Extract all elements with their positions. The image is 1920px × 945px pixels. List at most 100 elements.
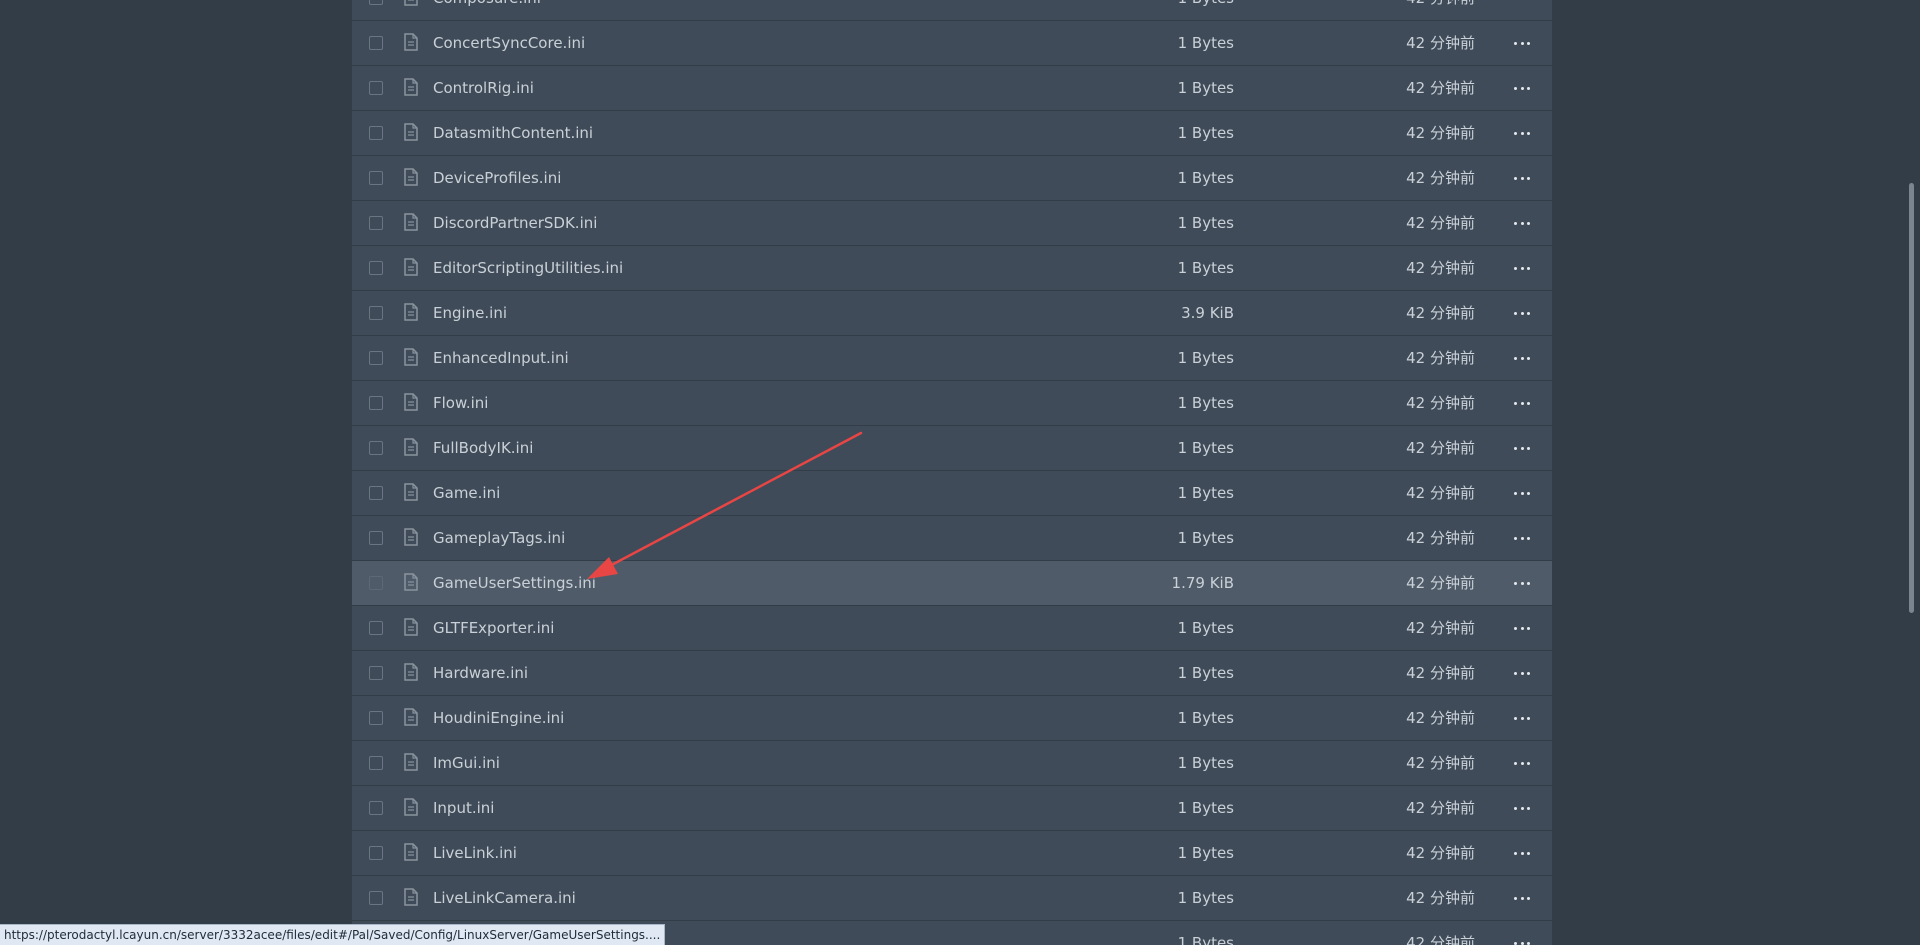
- row-checkbox[interactable]: [369, 126, 383, 140]
- more-actions-button[interactable]: [1514, 21, 1530, 65]
- file-size: 1 Bytes: [1177, 529, 1234, 547]
- row-checkbox[interactable]: [369, 756, 383, 770]
- row-checkbox[interactable]: [369, 261, 383, 275]
- file-name[interactable]: HoudiniEngine.ini: [433, 696, 564, 740]
- more-actions-button[interactable]: [1514, 741, 1530, 785]
- file-name[interactable]: GameUserSettings.ini: [433, 561, 596, 605]
- more-actions-button[interactable]: [1514, 426, 1530, 470]
- row-checkbox[interactable]: [369, 891, 383, 905]
- row-checkbox[interactable]: [369, 531, 383, 545]
- file-row[interactable]: EnhancedInput.ini 1 Bytes 42 分钟前: [352, 336, 1552, 380]
- row-checkbox[interactable]: [369, 441, 383, 455]
- row-checkbox[interactable]: [369, 306, 383, 320]
- row-checkbox[interactable]: [369, 486, 383, 500]
- more-icon: [1514, 761, 1517, 765]
- file-row[interactable]: DatasmithContent.ini 1 Bytes 42 分钟前: [352, 111, 1552, 155]
- more-actions-button[interactable]: [1514, 651, 1530, 695]
- file-row[interactable]: ConcertSyncCore.ini 1 Bytes 42 分钟前: [352, 21, 1552, 65]
- file-row[interactable]: Engine.ini 3.9 KiB 42 分钟前: [352, 291, 1552, 335]
- file-row[interactable]: GameplayTags.ini 1 Bytes 42 分钟前: [352, 516, 1552, 560]
- more-icon: [1514, 86, 1517, 90]
- file-row[interactable]: GLTFExporter.ini 1 Bytes 42 分钟前: [352, 606, 1552, 650]
- more-icon: [1514, 536, 1517, 540]
- row-checkbox[interactable]: [369, 621, 383, 635]
- file-name[interactable]: DatasmithContent.ini: [433, 111, 593, 155]
- file-row[interactable]: LiveLinkCamera.ini 1 Bytes 42 分钟前: [352, 876, 1552, 920]
- more-actions-button[interactable]: [1514, 156, 1530, 200]
- more-actions-button[interactable]: [1514, 471, 1530, 515]
- file-row[interactable]: Input.ini 1 Bytes 42 分钟前: [352, 786, 1552, 830]
- file-name[interactable]: FullBodyIK.ini: [433, 426, 533, 470]
- scrollbar-thumb[interactable]: [1909, 183, 1914, 613]
- more-actions-button[interactable]: [1514, 606, 1530, 650]
- file-name[interactable]: LiveLink.ini: [433, 831, 517, 875]
- more-actions-button[interactable]: [1514, 516, 1530, 560]
- file-name[interactable]: LiveLinkCamera.ini: [433, 876, 576, 920]
- more-actions-button[interactable]: [1514, 246, 1530, 290]
- file-size: 1 Bytes: [1177, 619, 1234, 637]
- file-name[interactable]: Composure.ini: [433, 0, 541, 20]
- file-row[interactable]: GameUserSettings.ini 1.79 KiB 42 分钟前: [352, 561, 1552, 605]
- file-size: 1 Bytes: [1177, 439, 1234, 457]
- row-checkbox[interactable]: [369, 666, 383, 680]
- row-checkbox[interactable]: [369, 216, 383, 230]
- file-icon: [404, 258, 418, 276]
- more-actions-button[interactable]: [1514, 921, 1530, 945]
- file-name[interactable]: ConcertSyncCore.ini: [433, 21, 585, 65]
- more-actions-button[interactable]: [1514, 876, 1530, 920]
- file-size: 1 Bytes: [1177, 259, 1234, 277]
- file-name[interactable]: Game.ini: [433, 471, 500, 515]
- row-checkbox[interactable]: [369, 351, 383, 365]
- file-name[interactable]: ControlRig.ini: [433, 66, 534, 110]
- file-name[interactable]: GameplayTags.ini: [433, 516, 565, 560]
- more-actions-button[interactable]: [1514, 786, 1530, 830]
- file-name[interactable]: GLTFExporter.ini: [433, 606, 554, 650]
- file-row[interactable]: DiscordPartnerSDK.ini 1 Bytes 42 分钟前: [352, 201, 1552, 245]
- more-actions-button[interactable]: [1514, 831, 1530, 875]
- file-row[interactable]: ImGui.ini 1 Bytes 42 分钟前: [352, 741, 1552, 785]
- more-actions-button[interactable]: [1514, 0, 1530, 20]
- file-name[interactable]: DeviceProfiles.ini: [433, 156, 561, 200]
- file-row[interactable]: LiveLink.ini 1 Bytes 42 分钟前: [352, 831, 1552, 875]
- row-checkbox[interactable]: [369, 846, 383, 860]
- more-actions-button[interactable]: [1514, 291, 1530, 335]
- more-actions-button[interactable]: [1514, 336, 1530, 380]
- row-checkbox[interactable]: [369, 576, 383, 590]
- file-name[interactable]: Hardware.ini: [433, 651, 528, 695]
- file-row[interactable]: ControlRig.ini 1 Bytes 42 分钟前: [352, 66, 1552, 110]
- file-row[interactable]: Composure.ini 1 Bytes 42 分钟前: [352, 0, 1552, 20]
- file-row[interactable]: Hardware.ini 1 Bytes 42 分钟前: [352, 651, 1552, 695]
- row-checkbox[interactable]: [369, 36, 383, 50]
- row-checkbox[interactable]: [369, 171, 383, 185]
- row-checkbox[interactable]: [369, 396, 383, 410]
- file-name[interactable]: Flow.ini: [433, 381, 488, 425]
- more-actions-button[interactable]: [1514, 111, 1530, 155]
- file-row[interactable]: HoudiniEngine.ini 1 Bytes 42 分钟前: [352, 696, 1552, 740]
- file-name[interactable]: Engine.ini: [433, 291, 507, 335]
- row-checkbox[interactable]: [369, 801, 383, 815]
- file-row[interactable]: DeviceProfiles.ini 1 Bytes 42 分钟前: [352, 156, 1552, 200]
- row-checkbox[interactable]: [369, 81, 383, 95]
- row-checkbox[interactable]: [369, 0, 383, 5]
- more-icon: [1514, 41, 1517, 45]
- more-actions-button[interactable]: [1514, 561, 1530, 605]
- file-name[interactable]: Input.ini: [433, 786, 494, 830]
- file-icon: [404, 303, 418, 321]
- file-row[interactable]: EditorScriptingUtilities.ini 1 Bytes 42 分钟…: [352, 246, 1552, 290]
- file-modified-time: 42 分钟前: [1406, 259, 1475, 277]
- more-actions-button[interactable]: [1514, 201, 1530, 245]
- more-actions-button[interactable]: [1514, 696, 1530, 740]
- more-actions-button[interactable]: [1514, 66, 1530, 110]
- file-row[interactable]: Flow.ini 1 Bytes 42 分钟前: [352, 381, 1552, 425]
- file-name[interactable]: EditorScriptingUtilities.ini: [433, 246, 623, 290]
- row-checkbox[interactable]: [369, 711, 383, 725]
- file-modified-time: 42 分钟前: [1406, 349, 1475, 367]
- file-row[interactable]: Game.ini 1 Bytes 42 分钟前: [352, 471, 1552, 515]
- file-name[interactable]: DiscordPartnerSDK.ini: [433, 201, 597, 245]
- status-bar-url: https://pterodactyl.lcayun.cn/server/333…: [0, 924, 666, 945]
- more-actions-button[interactable]: [1514, 381, 1530, 425]
- file-row[interactable]: FullBodyIK.ini 1 Bytes 42 分钟前: [352, 426, 1552, 470]
- file-name[interactable]: ImGui.ini: [433, 741, 500, 785]
- file-name[interactable]: EnhancedInput.ini: [433, 336, 569, 380]
- file-size: 1 Bytes: [1177, 214, 1234, 232]
